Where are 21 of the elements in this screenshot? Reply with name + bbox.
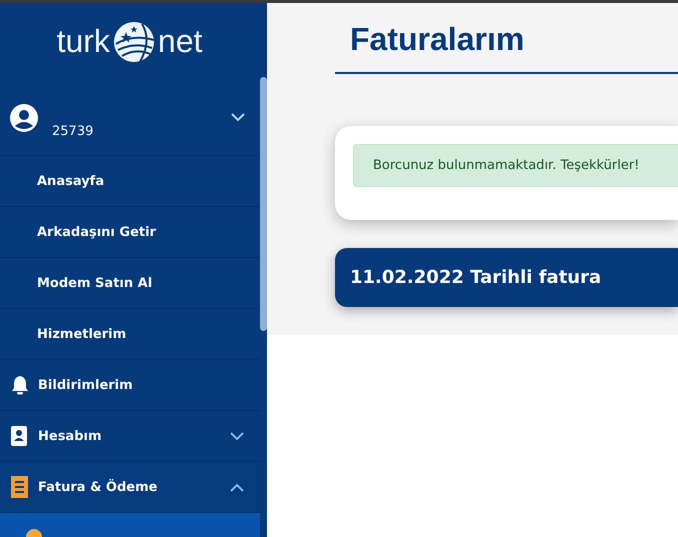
globe-logo-icon xyxy=(112,20,156,64)
menu-item[interactable]: Anasayfa xyxy=(0,156,260,207)
success-alert: Borcunuz bulunmamaktadır. Teşekkürler! xyxy=(353,144,678,187)
invoice-header[interactable]: 11.02.2022 Tarihli fatura xyxy=(335,248,678,307)
menu-item[interactable]: Modem Satın Al xyxy=(0,258,260,309)
chevron-icon xyxy=(230,432,244,440)
menu-item[interactable]: Arkadaşını Getir xyxy=(0,207,260,258)
customer-number: 25739 xyxy=(52,124,94,139)
menu-section[interactable]: Fatura & Ödeme xyxy=(0,462,260,513)
user-avatar-icon xyxy=(10,104,38,132)
receipt-icon xyxy=(11,476,29,498)
menu-section[interactable]: Bildirimlerim xyxy=(0,360,260,411)
logo-text: net xyxy=(158,23,202,60)
logo-text: turk xyxy=(56,23,110,60)
scrollbar[interactable] xyxy=(260,77,267,331)
chevron-icon[interactable] xyxy=(231,113,245,122)
page-title: Faturalarım xyxy=(335,3,678,74)
menu-item[interactable]: Hizmetlerim xyxy=(0,309,260,360)
chevron-icon xyxy=(230,482,244,492)
contact-card-icon xyxy=(11,426,29,446)
bell-icon xyxy=(11,375,29,395)
